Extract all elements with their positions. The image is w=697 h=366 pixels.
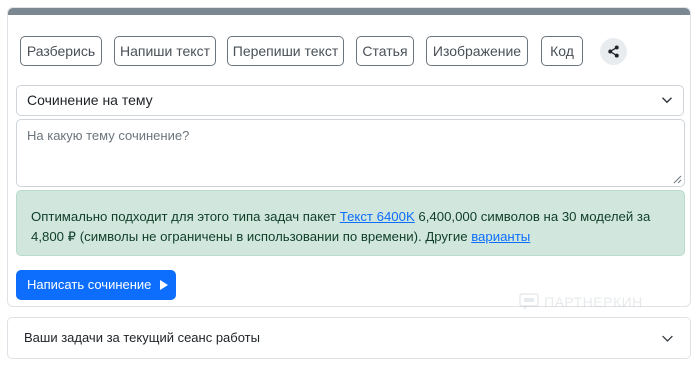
submit-label: Написать сочинение <box>27 277 152 292</box>
essay-topic-textarea[interactable]: На какую тему сочинение? <box>16 119 685 187</box>
textarea-placeholder: На какую тему сочинение? <box>27 128 190 143</box>
variants-link[interactable]: варианты <box>471 229 530 244</box>
package-recommendation-alert: Оптимально подходит для этого типа задач… <box>16 190 685 256</box>
watermark-text: ПАРТНЕРКИН <box>544 294 643 310</box>
chevron-down-icon <box>662 335 673 342</box>
tab-napishi-tekst[interactable]: Напиши текст <box>114 36 216 66</box>
play-icon <box>160 279 169 290</box>
tab-razberis[interactable]: Разберись <box>20 36 102 66</box>
chevron-down-icon <box>661 97 673 104</box>
tab-statya[interactable]: Статья <box>356 36 414 66</box>
session-tasks-panel[interactable]: Ваши задачи за текущий сеанс работы <box>7 317 691 359</box>
package-link[interactable]: Текст 6400K <box>340 209 415 224</box>
resize-grip-icon[interactable] <box>673 175 682 184</box>
share-icon <box>608 45 619 58</box>
share-button[interactable] <box>600 38 627 65</box>
card-top-bar <box>8 8 690 15</box>
alert-text-before: Оптимально подходит для этого типа задач… <box>31 209 340 224</box>
watermark: ПАРТНЕРКИН <box>519 293 643 311</box>
tab-perepishi-tekst[interactable]: Перепиши текст <box>227 36 344 66</box>
write-essay-button[interactable]: Написать сочинение <box>16 270 176 300</box>
task-card: Разберись Напиши текст Перепиши текст Ст… <box>7 7 691 310</box>
essay-type-select[interactable]: Сочинение на тему <box>16 85 684 116</box>
tab-kod[interactable]: Код <box>541 36 583 66</box>
tab-izobrazhenie[interactable]: Изображение <box>426 36 528 66</box>
select-value: Сочинение на тему <box>27 92 153 108</box>
session-tasks-title: Ваши задачи за текущий сеанс работы <box>24 330 260 345</box>
watermark-logo-icon <box>519 293 539 310</box>
